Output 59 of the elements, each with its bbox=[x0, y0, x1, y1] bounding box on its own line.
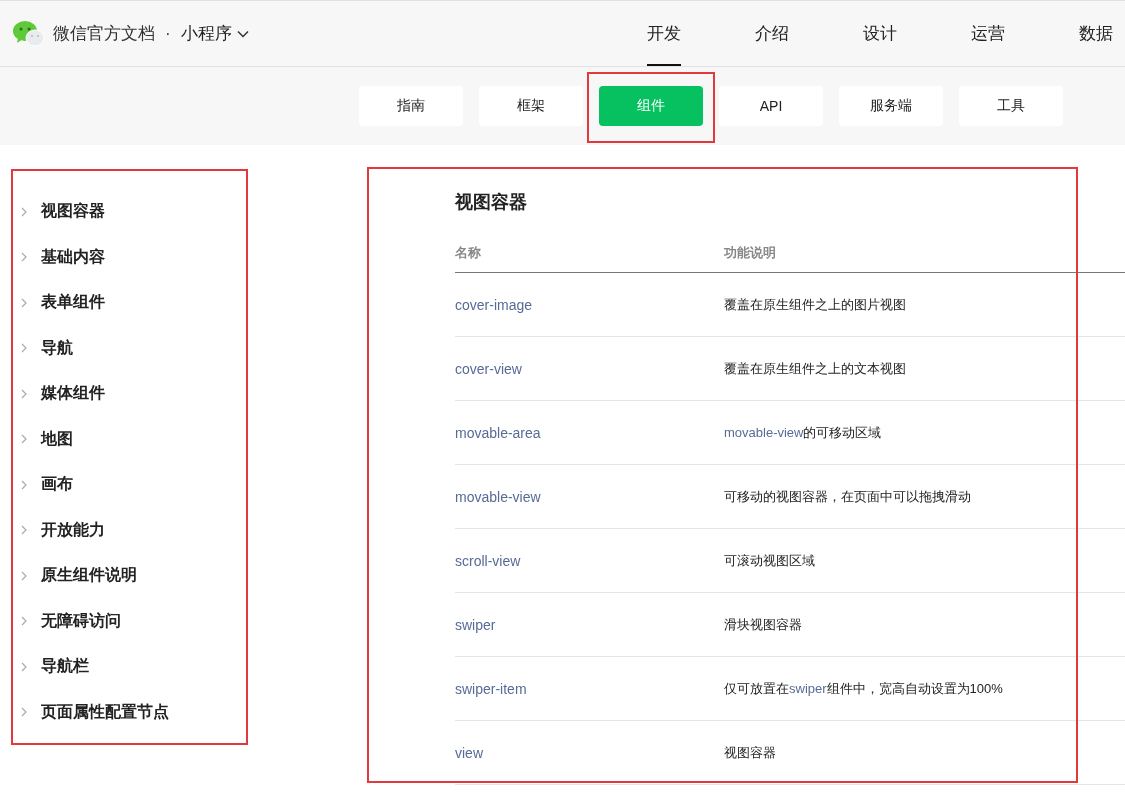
chevron-right-icon bbox=[21, 297, 27, 308]
category-tab[interactable]: 框架 bbox=[479, 86, 583, 126]
sidebar-item[interactable]: 基础内容 bbox=[41, 246, 105, 268]
description-text: 覆盖在原生组件之上的文本视图 bbox=[724, 359, 906, 378]
description-text: 滑块视图容器 bbox=[724, 615, 802, 634]
chevron-right-icon bbox=[21, 525, 27, 536]
chevron-right-icon bbox=[21, 434, 27, 445]
product-dropdown[interactable]: 小程序 bbox=[180, 22, 249, 45]
nav-tab[interactable]: 设计 bbox=[863, 1, 897, 66]
sidebar-item[interactable]: 媒体组件 bbox=[41, 383, 105, 405]
sidebar-item[interactable]: 视图容器 bbox=[41, 201, 105, 223]
chevron-right-icon bbox=[21, 388, 27, 399]
sidebar-item[interactable]: 地图 bbox=[41, 428, 73, 450]
component-link[interactable]: movable-area bbox=[455, 424, 724, 441]
component-link[interactable]: cover-image bbox=[455, 296, 724, 313]
component-link[interactable]: cover-view bbox=[455, 360, 724, 377]
title-separator: · bbox=[165, 23, 171, 44]
component-link[interactable]: swiper bbox=[455, 616, 724, 633]
category-tab[interactable]: 指南 bbox=[359, 86, 463, 126]
component-link[interactable]: swiper bbox=[789, 680, 827, 696]
sidebar-item[interactable]: 无障碍访问 bbox=[41, 610, 121, 632]
chevron-down-icon bbox=[236, 29, 249, 38]
sidebar-item[interactable]: 画布 bbox=[41, 474, 73, 496]
description-text: 可滚动视图区域 bbox=[724, 551, 815, 570]
nav-tab[interactable]: 运营 bbox=[971, 1, 1005, 66]
site-title[interactable]: 微信官方文档 bbox=[53, 22, 155, 45]
sidebar-item[interactable]: 导航栏 bbox=[41, 656, 89, 678]
component-link[interactable]: movable-view bbox=[724, 424, 804, 440]
column-header: 名称 bbox=[455, 244, 482, 262]
category-tab[interactable]: 工具 bbox=[959, 86, 1063, 126]
description-text: movable-view的可移动区域 bbox=[724, 423, 882, 442]
sidebar-item[interactable]: 页面属性配置节点 bbox=[41, 701, 169, 723]
chevron-right-icon bbox=[21, 707, 27, 718]
nav-tab[interactable]: 数据 bbox=[1079, 1, 1113, 66]
sidebar-item[interactable]: 导航 bbox=[41, 337, 73, 359]
component-link[interactable]: swiper-item bbox=[455, 680, 724, 697]
sidebar-item[interactable]: 表单组件 bbox=[41, 292, 105, 314]
chevron-right-icon bbox=[21, 479, 27, 490]
chevron-right-icon bbox=[21, 343, 27, 354]
nav-tab[interactable]: 介绍 bbox=[755, 1, 789, 66]
chevron-right-icon bbox=[21, 661, 27, 672]
description-text: 覆盖在原生组件之上的图片视图 bbox=[724, 295, 906, 314]
chat-bubbles-logo-icon[interactable] bbox=[13, 20, 45, 47]
chevron-right-icon bbox=[21, 252, 27, 263]
column-header: 功能说明 bbox=[724, 244, 776, 262]
description-text: 视图容器 bbox=[724, 743, 776, 762]
component-link[interactable]: view bbox=[455, 744, 724, 761]
category-tab[interactable]: 服务端 bbox=[839, 86, 943, 126]
sidebar-item[interactable]: 原生组件说明 bbox=[41, 565, 137, 587]
category-tab[interactable]: API bbox=[719, 86, 823, 126]
section-title: 视图容器 bbox=[455, 191, 528, 214]
component-link[interactable]: movable-view bbox=[455, 488, 724, 505]
chevron-right-icon bbox=[21, 570, 27, 581]
description-text: 可移动的视图容器，在页面中可以拖拽滑动 bbox=[724, 487, 971, 506]
component-link[interactable]: scroll-view bbox=[455, 552, 724, 569]
sidebar-item[interactable]: 开放能力 bbox=[41, 519, 105, 541]
description-text: 仅可放置在swiper组件中，宽高自动设置为100% bbox=[724, 679, 1003, 698]
chevron-right-icon bbox=[21, 616, 27, 627]
chevron-right-icon bbox=[21, 206, 27, 217]
